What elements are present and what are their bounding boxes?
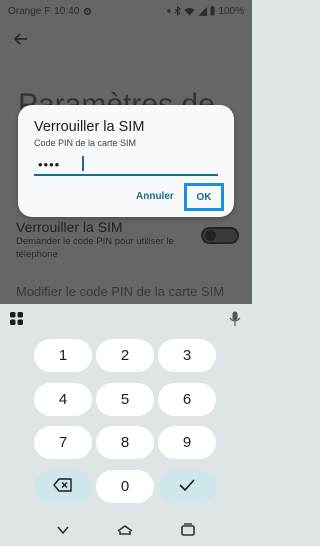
key-6[interactable]: 6 — [158, 383, 216, 416]
key-1[interactable]: 1 — [34, 339, 92, 372]
status-bar: Orange F 10:40 100% — [0, 0, 252, 22]
backspace-icon — [53, 477, 73, 496]
dot-icon — [167, 9, 172, 13]
nav-recents-icon[interactable] — [179, 521, 197, 539]
pin-input[interactable]: •••• — [34, 154, 218, 176]
key-5[interactable]: 5 — [96, 383, 154, 416]
back-arrow-icon[interactable] — [12, 30, 30, 48]
sim-lock-row-subtitle: Demander le code PIN pour utiliser le té… — [16, 236, 174, 260]
battery-icon — [210, 6, 215, 16]
key-3[interactable]: 3 — [158, 339, 216, 372]
nav-back-icon[interactable] — [54, 521, 72, 539]
sim-lock-toggle[interactable] — [201, 227, 239, 244]
navigation-bar — [0, 514, 252, 546]
signal-icon — [198, 6, 208, 16]
enter-key[interactable] — [158, 470, 216, 503]
backspace-key[interactable] — [34, 470, 92, 503]
bluetooth-icon — [174, 6, 182, 16]
keyboard-toolbar — [0, 304, 252, 332]
pin-value: •••• — [38, 157, 61, 172]
dialog-title: Verrouiller la SIM — [34, 119, 145, 135]
battery-percent: 100% — [218, 5, 244, 17]
key-8[interactable]: 8 — [96, 426, 154, 459]
microphone-icon[interactable] — [228, 311, 242, 327]
key-9[interactable]: 9 — [158, 426, 216, 459]
key-7[interactable]: 7 — [34, 426, 92, 459]
ok-label: OK — [196, 191, 212, 203]
apps-grid-icon[interactable] — [10, 312, 23, 325]
toggle-knob — [205, 230, 216, 241]
key-4[interactable]: 4 — [34, 383, 92, 416]
nav-home-icon[interactable] — [116, 521, 134, 539]
numeric-keyboard: 1 2 3 4 5 6 7 8 9 0 — [0, 304, 252, 514]
change-pin-row-title: Modifier le code PIN de la carte SIM — [16, 284, 225, 299]
sim-lock-dialog: Verrouiller la SIM Code PIN de la carte … — [18, 105, 234, 217]
key-0[interactable]: 0 — [96, 470, 154, 503]
dialog-subtitle: Code PIN de la carte SIM — [34, 138, 137, 148]
time-label: 10:40 — [54, 5, 80, 17]
ok-button[interactable]: OK — [184, 183, 224, 211]
text-caret — [82, 156, 84, 171]
settings-gear-icon — [83, 7, 92, 16]
cancel-button[interactable]: Annuler — [136, 191, 174, 202]
sim-lock-row-title: Verrouiller la SIM — [16, 219, 123, 235]
key-2[interactable]: 2 — [96, 339, 154, 372]
carrier-label: Orange F — [8, 5, 51, 17]
checkmark-icon — [179, 478, 195, 495]
wifi-icon — [184, 7, 195, 16]
